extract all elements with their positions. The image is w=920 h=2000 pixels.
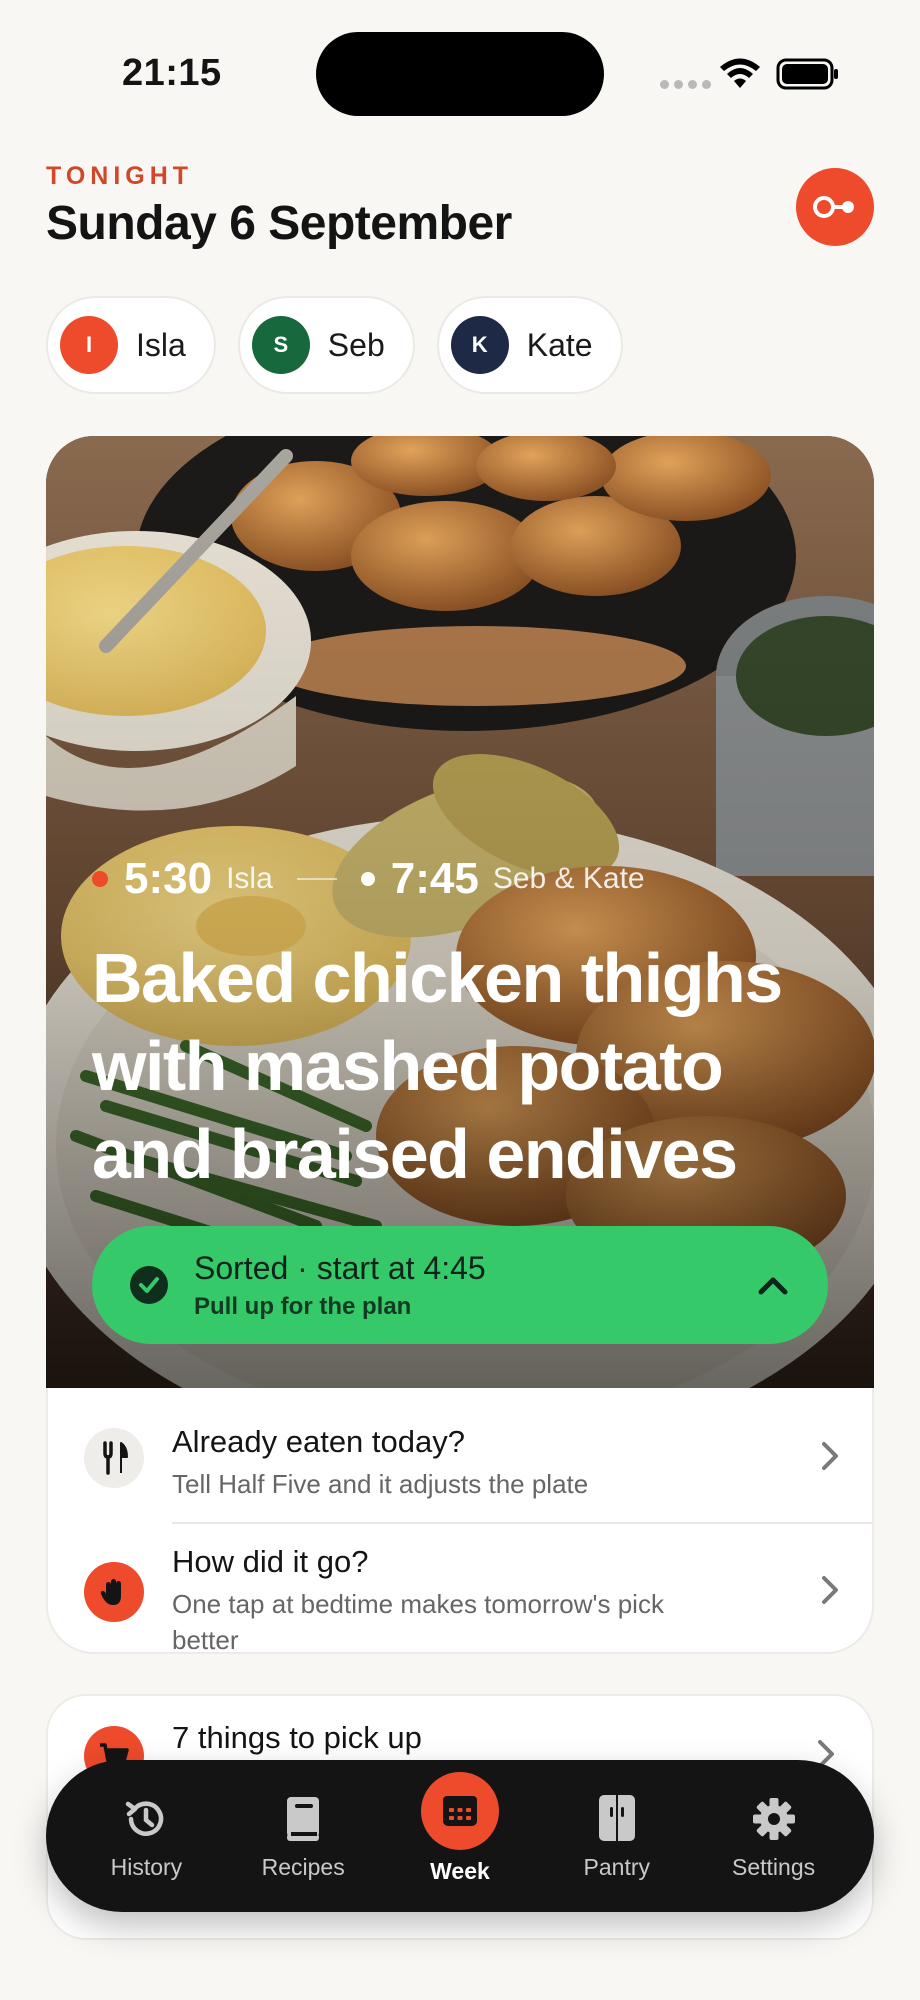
battery-icon (776, 58, 838, 90)
first-serving-time: 5:30 (124, 854, 213, 903)
hand-wave-icon (84, 1562, 144, 1622)
row-title: Already eaten today? (172, 1424, 465, 1459)
person-chip-isla[interactable]: I Isla (46, 296, 216, 394)
tonight-label: TONIGHT (46, 162, 194, 190)
fork-knife-icon (84, 1428, 144, 1488)
chevron-right-icon (822, 1442, 838, 1470)
list-item-already-eaten[interactable]: Already eaten today? Tell Half Five and … (48, 1388, 876, 1522)
pantry-icon (590, 1792, 644, 1846)
key-icon (813, 196, 854, 218)
person-name: Seb (327, 326, 385, 363)
history-icon (119, 1792, 173, 1846)
person-name: Kate (526, 326, 593, 363)
status-time: 21:15 (122, 52, 222, 94)
row-subtitle: One tap at bedtime makes tomorrow's pick… (172, 1589, 664, 1655)
person-name: Isla (136, 326, 186, 363)
wifi-icon (720, 58, 760, 88)
status-dot (360, 872, 375, 886)
second-serving-time: 7:45 (390, 854, 479, 903)
meal-title: Baked chicken thighs with mashed potato … (92, 939, 783, 1193)
sorted-subtitle: Pull up for the plan (194, 1292, 412, 1320)
time-separator (296, 878, 337, 880)
cellular-signal-icon (660, 80, 711, 89)
shopping-list-title: 7 things to pick up (172, 1720, 422, 1755)
tab-recipes[interactable]: Recipes (233, 1792, 373, 1881)
tab-history[interactable]: History (76, 1792, 216, 1881)
sorted-plan-button[interactable]: Sorted · start at 4:45 Pull up for the p… (92, 1226, 828, 1344)
check-icon (130, 1266, 168, 1304)
sorted-title: Sorted · start at 4:45 (194, 1249, 486, 1286)
people-chips: I Isla S Seb K Kate (46, 296, 623, 394)
tab-label: History (110, 1853, 183, 1880)
person-chip-seb[interactable]: S Seb (237, 296, 415, 394)
prompt-list-card: Already eaten today? Tell Half Five and … (46, 1388, 876, 1655)
person-chip-kate[interactable]: K Kate (436, 296, 623, 394)
status-dot (92, 871, 108, 887)
tab-label: Week (430, 1857, 490, 1884)
avatar: I (60, 316, 118, 374)
dynamic-island (316, 32, 604, 116)
avatar: S (251, 316, 310, 374)
second-serving-who: Seb & Kate (492, 862, 645, 895)
calendar-icon (420, 1771, 499, 1850)
chevron-right-icon (822, 1576, 838, 1604)
tonight-meal-card[interactable]: 5:30 Isla 7:45 Seb & Kate Baked chicken … (46, 436, 874, 1388)
tab-pantry[interactable]: Pantry (547, 1792, 687, 1881)
sorted-text: Sorted · start at 4:45 Pull up for the p… (194, 1250, 756, 1321)
tab-week[interactable]: Week (390, 1771, 530, 1885)
tab-label: Recipes (261, 1853, 345, 1880)
page-title: Sunday 6 September (46, 197, 512, 250)
row-title: How did it go? (172, 1544, 369, 1579)
list-item-how-did-it-go[interactable]: How did it go? One tap at bedtime makes … (48, 1524, 876, 1655)
status-bar: 21:15 (0, 0, 920, 150)
tab-bar: History Recipes Week Pantry Settings (46, 1760, 874, 1912)
key-button[interactable] (796, 168, 874, 246)
tab-label: Settings (732, 1853, 816, 1880)
tab-label: Pantry (583, 1853, 651, 1880)
book-icon (276, 1792, 330, 1846)
gear-icon (747, 1792, 801, 1846)
chevron-up-icon (758, 1277, 788, 1295)
tab-settings[interactable]: Settings (704, 1792, 844, 1881)
avatar: K (450, 316, 509, 374)
row-subtitle: Tell Half Five and it adjusts the plate (172, 1469, 589, 1499)
meal-times: 5:30 Isla 7:45 Seb & Kate (92, 854, 645, 904)
first-serving-who: Isla (226, 862, 273, 895)
